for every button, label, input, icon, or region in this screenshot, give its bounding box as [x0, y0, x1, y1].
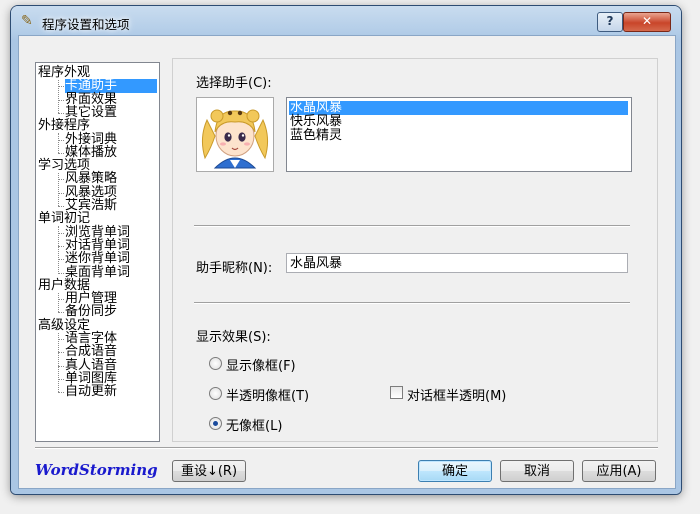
tree-connector [58, 332, 59, 393]
assistant-option[interactable]: 水晶风暴 [289, 101, 628, 115]
dialog-semi-transparent-checkbox[interactable] [390, 386, 403, 399]
display-effect-label: 显示效果(S): [196, 330, 271, 345]
ok-button[interactable]: 确定 [418, 460, 492, 482]
tree-connector [58, 259, 64, 261]
window-title: 程序设置和选项 [42, 17, 130, 32]
tree-connector [58, 378, 64, 380]
choose-assistant-label: 选择助手(C): [196, 76, 272, 91]
no-frame-radio[interactable] [209, 417, 222, 430]
tree-connector [58, 272, 64, 274]
assistant-option[interactable]: 蓝色精灵 [289, 129, 343, 143]
tree-connector [58, 173, 59, 206]
tree-connector [58, 80, 59, 113]
tree-connector [58, 232, 64, 234]
no-frame-label[interactable]: 无像框(L) [226, 415, 282, 434]
app-icon: ✎ [21, 13, 33, 29]
nickname-label: 助手昵称(N): [196, 261, 273, 276]
settings-window: ✎ 程序设置和选项 ? ✕ 程序外观 卡通助手 界面效果 其它设置 外接程序 外接词典 媒体… [11, 6, 681, 494]
tree-connector [58, 392, 64, 394]
assistant-list[interactable]: 水晶风暴 快乐风暴 蓝色精灵 [286, 97, 632, 172]
tree-connector [58, 206, 64, 207]
semi-transparent-frame-label[interactable]: 半透明像框(T) [226, 385, 309, 404]
help-button[interactable]: ? [597, 12, 623, 32]
tree-connector [58, 139, 64, 141]
settings-tree[interactable]: 程序外观 卡通助手 界面效果 其它设置 外接程序 外接词典 媒体播放 学习选项 风暴策略 风暴选项… [35, 62, 160, 442]
nickname-input[interactable]: 水晶风暴 [286, 253, 628, 273]
cancel-button[interactable]: 取消 [500, 460, 574, 482]
tree-connector [58, 365, 64, 367]
tree-connector [58, 245, 64, 247]
close-button[interactable]: ✕ [623, 12, 671, 32]
tree-connector [58, 292, 59, 313]
tree-connector [58, 352, 64, 354]
assistant-settings-panel: 选择助手(C): 水晶风暴 快乐风暴 蓝色精灵 助手昵称(N): 水晶风暴 显示… [172, 58, 658, 442]
tree-connector [58, 179, 64, 181]
tree-connector [58, 112, 64, 114]
tree-connector [58, 299, 64, 301]
dialog-semi-transparent-label[interactable]: 对话框半透明(M) [407, 385, 506, 404]
title-bar[interactable]: ✎ 程序设置和选项 ? ✕ [11, 6, 681, 36]
reset-button[interactable]: 重设↓(R) [172, 460, 246, 482]
cartoon-girl-icon [197, 98, 273, 171]
semi-transparent-frame-radio[interactable] [209, 387, 222, 400]
assistant-avatar [196, 97, 274, 172]
tree-connector [58, 86, 64, 88]
footer-separator [35, 447, 658, 449]
tree-connector [58, 192, 64, 194]
tree-item[interactable]: 自动更新 [65, 385, 117, 399]
tree-connector [58, 339, 64, 340]
dialog-client: 程序外观 卡通助手 界面效果 其它设置 外接程序 外接词典 媒体播放 学习选项 风暴策略 风暴选项… [18, 35, 676, 489]
show-frame-radio[interactable] [209, 357, 222, 370]
tree-connector [58, 312, 64, 314]
show-frame-label[interactable]: 显示像框(F) [226, 355, 296, 374]
tree-connector [58, 133, 59, 153]
assistant-option[interactable]: 快乐风暴 [289, 115, 343, 129]
brand-logo-text: WordStorming [35, 461, 158, 479]
apply-button[interactable]: 应用(A) [582, 460, 656, 482]
separator [194, 302, 630, 304]
separator [194, 225, 630, 227]
tree-connector [58, 152, 64, 154]
tree-connector [58, 99, 64, 101]
